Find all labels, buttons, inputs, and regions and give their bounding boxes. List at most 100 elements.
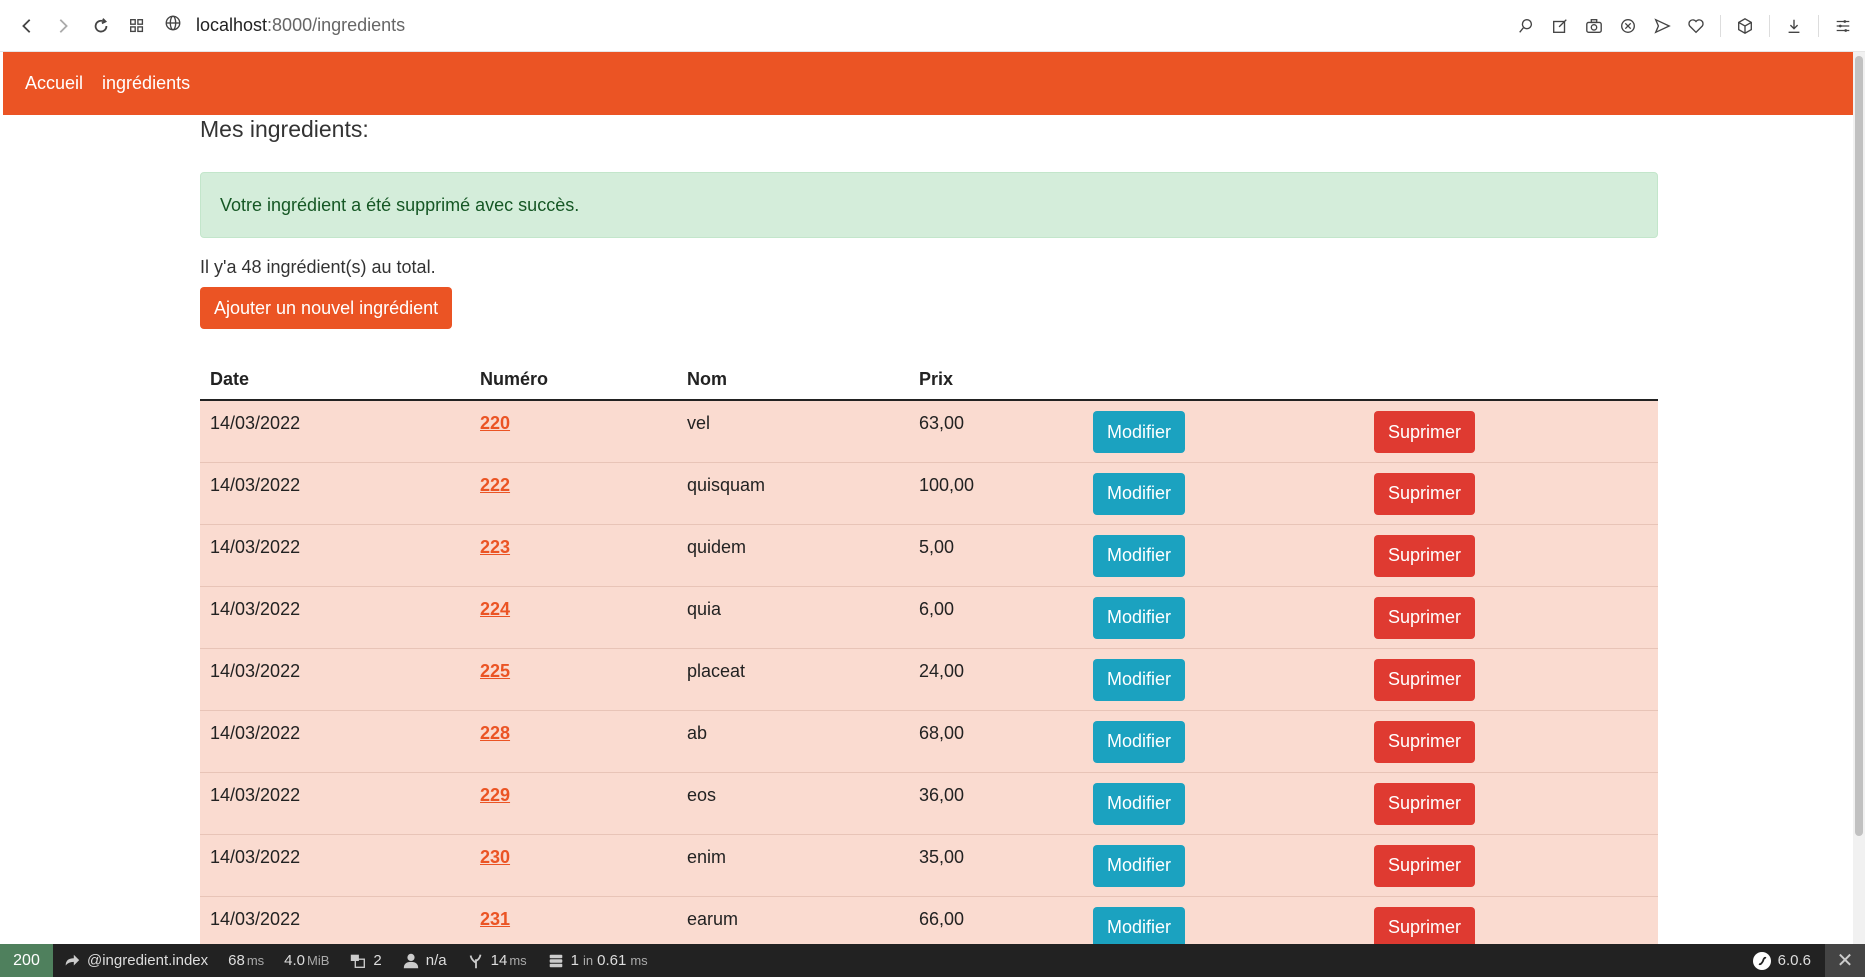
download-icon[interactable]: [1780, 10, 1808, 42]
globe-icon: [164, 14, 182, 37]
modifier-button[interactable]: Modifier: [1093, 472, 1186, 515]
render-value: 14: [490, 952, 508, 969]
cell-date: 14/03/2022: [200, 399, 470, 462]
supprimer-button[interactable]: Suprimer: [1374, 472, 1476, 515]
modifier-button[interactable]: Modifier: [1093, 534, 1186, 577]
ingredient-number-link[interactable]: 223: [480, 537, 510, 557]
status-code-badge[interactable]: 200: [0, 944, 53, 977]
page-scrollbar[interactable]: [1853, 52, 1865, 944]
forms-item[interactable]: 2: [339, 944, 391, 977]
cell-date: 14/03/2022: [200, 771, 470, 834]
forward-icon[interactable]: [48, 11, 78, 41]
header-nom: Nom: [677, 360, 909, 401]
user-icon: [403, 953, 418, 968]
route-item[interactable]: @ingredient.index: [53, 944, 218, 977]
ingredient-number-link[interactable]: 230: [480, 847, 510, 867]
cell-nom: quisquam: [677, 461, 909, 524]
heart-icon[interactable]: [1682, 10, 1710, 42]
user-item[interactable]: n/a: [392, 944, 457, 977]
cell-edit: Modifier: [1083, 461, 1364, 524]
symfony-version-item[interactable]: 6.0.6: [1738, 951, 1825, 971]
ingredient-number-link[interactable]: 220: [480, 413, 510, 433]
supprimer-button[interactable]: Suprimer: [1374, 534, 1476, 577]
ingredient-number-link[interactable]: 224: [480, 599, 510, 619]
supprimer-button[interactable]: Suprimer: [1374, 906, 1476, 949]
ingredients-table: Date Numéro Nom Prix 14/03/2022 220 vel 63,…: [200, 360, 1658, 958]
modifier-button[interactable]: Modifier: [1093, 658, 1186, 701]
memory-unit: MiB: [307, 953, 330, 968]
supprimer-button[interactable]: Suprimer: [1374, 720, 1476, 763]
db-queries: 1: [570, 952, 579, 969]
table-row: 14/03/2022 222 quisquam 100,00 Modifier Supri…: [200, 461, 1658, 524]
edit-icon[interactable]: [1546, 10, 1574, 42]
alert-message: Votre ingrédient a été supprimé avec suc…: [220, 194, 580, 215]
cell-nom: quidem: [677, 523, 909, 586]
modifier-button[interactable]: Modifier: [1093, 411, 1186, 453]
cell-delete: Suprimer: [1364, 771, 1658, 834]
header-numero: Numéro: [470, 360, 677, 401]
ingredient-number-link[interactable]: 229: [480, 785, 510, 805]
tabs-grid-icon[interactable]: [122, 11, 152, 41]
modifier-button[interactable]: Modifier: [1093, 782, 1186, 825]
reload-icon[interactable]: [86, 11, 116, 41]
modifier-button[interactable]: Modifier: [1093, 906, 1186, 949]
time-value: 68: [228, 952, 245, 969]
browser-toolbar: localhost:8000/ingredients: [0, 0, 1865, 52]
cell-nom: vel: [677, 399, 909, 462]
camera-icon[interactable]: [1580, 10, 1608, 42]
modifier-button[interactable]: Modifier: [1093, 720, 1186, 763]
add-ingredient-button[interactable]: Ajouter un nouvel ingrédient: [200, 287, 453, 329]
form-icon: [351, 954, 366, 968]
ingredient-number-link[interactable]: 222: [480, 475, 510, 495]
cell-numero: 222: [470, 461, 677, 524]
modifier-button[interactable]: Modifier: [1093, 844, 1186, 887]
supprimer-button[interactable]: Suprimer: [1374, 844, 1476, 887]
block-icon[interactable]: [1614, 10, 1642, 42]
supprimer-button[interactable]: Suprimer: [1374, 411, 1476, 453]
cell-numero: 224: [470, 585, 677, 648]
db-in: in: [583, 953, 594, 968]
cell-numero: 220: [470, 399, 677, 462]
supprimer-button[interactable]: Suprimer: [1374, 658, 1476, 701]
url-host: localhost: [196, 15, 268, 35]
table-row: 14/03/2022 225 placeat 24,00 Modifier Suprime…: [200, 647, 1658, 710]
nav-link-ingredients[interactable]: ingrédients: [102, 73, 190, 94]
url-text[interactable]: localhost:8000/ingredients: [196, 15, 405, 36]
time-item[interactable]: 68 ms: [218, 944, 274, 977]
settings-sliders-icon[interactable]: [1829, 10, 1857, 42]
ingredient-number-link[interactable]: 228: [480, 723, 510, 743]
memory-item[interactable]: 4.0 MiB: [274, 944, 339, 977]
cube-icon[interactable]: [1731, 10, 1759, 42]
table-row: 14/03/2022 228 ab 68,00 Modifier Suprimer: [200, 709, 1658, 772]
back-icon[interactable]: [12, 11, 42, 41]
cell-edit: Modifier: [1083, 647, 1364, 710]
table-row: 14/03/2022 224 quia 6,00 Modifier Suprimer: [200, 585, 1658, 648]
address-bar[interactable]: localhost:8000/ingredients: [164, 14, 405, 37]
database-item[interactable]: 1 in 0.61 ms: [537, 944, 658, 977]
modifier-button[interactable]: Modifier: [1093, 596, 1186, 639]
ingredient-number-link[interactable]: 225: [480, 661, 510, 681]
time-unit: ms: [246, 953, 265, 968]
cell-numero: 225: [470, 647, 677, 710]
search-icon[interactable]: [1512, 10, 1540, 42]
total-count-text: Il y'a 48 ingrédient(s) au total.: [200, 257, 436, 277]
send-icon[interactable]: [1648, 10, 1676, 42]
cell-delete: Suprimer: [1364, 709, 1658, 772]
redirect-arrow-icon: [65, 954, 80, 965]
url-path: :8000/ingredients: [267, 15, 406, 35]
twig-item[interactable]: 14 ms: [457, 944, 537, 977]
user-value: n/a: [425, 952, 447, 969]
cell-prix: 36,00: [909, 771, 1083, 834]
toolbar-separator: [1769, 15, 1770, 37]
supprimer-button[interactable]: Suprimer: [1374, 596, 1476, 639]
cell-delete: Suprimer: [1364, 833, 1658, 896]
nav-link-accueil[interactable]: Accueil: [25, 73, 83, 94]
header-edit: [1083, 360, 1364, 401]
page-title: Mes ingredients:: [200, 116, 369, 142]
ingredient-number-link[interactable]: 231: [480, 909, 510, 929]
scrollbar-thumb[interactable]: [1855, 56, 1863, 836]
close-toolbar-icon[interactable]: ✕: [1825, 944, 1865, 977]
supprimer-button[interactable]: Suprimer: [1374, 782, 1476, 825]
cell-date: 14/03/2022: [200, 461, 470, 524]
cell-edit: Modifier: [1083, 709, 1364, 772]
